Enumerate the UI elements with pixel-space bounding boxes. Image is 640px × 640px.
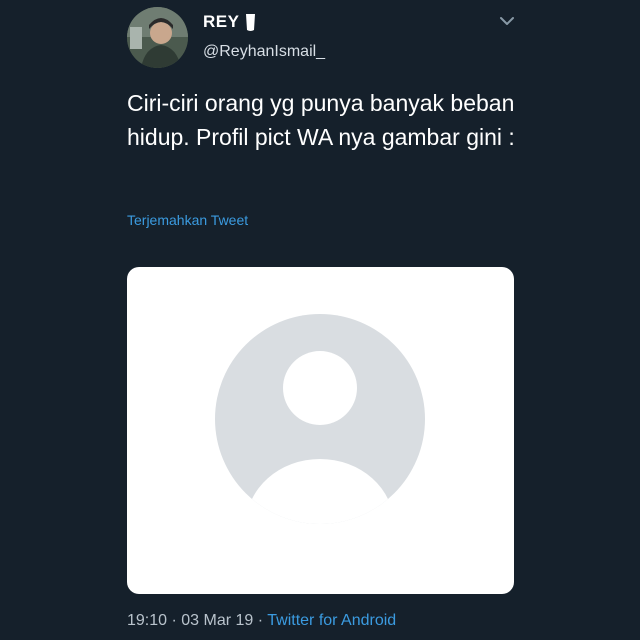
user-handle[interactable]: @ReyhanIsmail_ — [203, 43, 325, 61]
avatar-photo-icon — [127, 7, 188, 68]
avatar[interactable] — [127, 7, 188, 68]
cup-emoji-icon — [246, 14, 255, 31]
tweet-source-link[interactable]: Twitter for Android — [267, 612, 396, 629]
translate-tweet-link[interactable]: Terjemahkan Tweet — [127, 212, 248, 228]
meta-separator: · — [253, 612, 268, 629]
display-name[interactable]: REY — [203, 12, 239, 32]
tweet-media-image[interactable] — [127, 267, 514, 594]
default-profile-placeholder-icon — [215, 314, 425, 524]
tweet-date[interactable]: 03 Mar 19 — [181, 612, 253, 629]
tweet-time[interactable]: 19:10 — [127, 612, 167, 629]
meta-separator: · — [167, 612, 182, 629]
tweet-meta: 19:10 · 03 Mar 19 · Twitter for Android — [127, 612, 396, 630]
tweet-text: Ciri-ciri orang yg punya banyak beban hi… — [127, 90, 515, 150]
chevron-down-icon[interactable] — [498, 14, 516, 28]
